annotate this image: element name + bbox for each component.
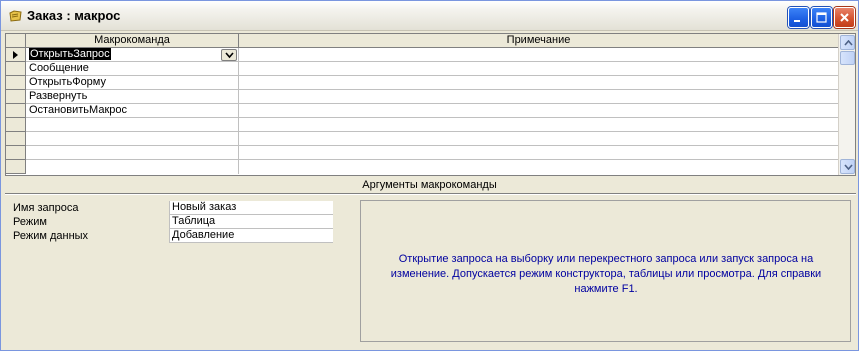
maximize-button[interactable] [811, 7, 832, 28]
table-row[interactable]: ОткрытьФорму [6, 76, 838, 90]
action-text: ОткрытьЗапрос [29, 48, 111, 60]
grid-header: Макрокоманда Примечание [6, 34, 838, 48]
help-text: Открытие запроса на выборку или перекрес… [390, 253, 822, 295]
arg-label-data-mode: Режим данных [13, 230, 89, 242]
close-button[interactable] [834, 7, 855, 28]
row-selector[interactable] [6, 76, 26, 90]
note-cell[interactable] [239, 146, 838, 160]
row-selector[interactable] [6, 62, 26, 76]
maximize-icon [816, 12, 827, 23]
note-cell[interactable] [239, 160, 838, 174]
row-selector[interactable] [6, 104, 26, 118]
arg-label-query-name: Имя запроса [13, 202, 79, 214]
action-cell[interactable]: ОткрытьЗапрос [26, 48, 239, 62]
table-row[interactable] [6, 146, 838, 160]
action-cell[interactable] [26, 146, 239, 160]
vertical-scrollbar[interactable] [838, 34, 855, 175]
action-cell[interactable]: Развернуть [26, 90, 239, 104]
title-bar[interactable]: Заказ : макрос [1, 1, 858, 31]
row-selector[interactable] [6, 132, 26, 146]
row-selector[interactable] [6, 118, 26, 132]
action-cell[interactable] [26, 118, 239, 132]
arg-value-query-name[interactable]: Новый заказ [169, 201, 333, 215]
current-row-arrow-icon [13, 51, 18, 59]
arg-value-data-mode[interactable]: Добавление [169, 229, 333, 243]
scroll-up-button[interactable] [840, 35, 855, 50]
action-cell[interactable]: ОстановитьМакрос [26, 104, 239, 118]
note-cell[interactable] [239, 76, 838, 90]
arguments-title: Аргументы макрокоманды [362, 179, 497, 191]
minimize-icon [794, 20, 800, 22]
scroll-thumb[interactable] [840, 51, 855, 65]
table-row[interactable] [6, 132, 838, 146]
table-row[interactable]: ОстановитьМакрос [6, 104, 838, 118]
action-cell[interactable] [26, 132, 239, 146]
divider [5, 194, 856, 195]
row-selector[interactable] [6, 146, 26, 160]
table-row[interactable] [6, 160, 838, 174]
macro-icon [9, 10, 22, 22]
chevron-up-icon [844, 40, 853, 46]
close-icon [840, 13, 849, 22]
window-title: Заказ : макрос [27, 8, 121, 23]
header-corner[interactable] [6, 34, 26, 47]
arg-label-view: Режим [13, 216, 47, 228]
chevron-down-icon [844, 164, 853, 170]
chevron-down-icon [225, 52, 234, 59]
table-row[interactable]: Развернуть [6, 90, 838, 104]
table-row[interactable] [6, 118, 838, 132]
note-cell[interactable] [239, 132, 838, 146]
action-cell[interactable]: ОткрытьФорму [26, 76, 239, 90]
row-selector[interactable] [6, 48, 26, 62]
table-row[interactable]: Сообщение [6, 62, 838, 76]
column-header-action[interactable]: Макрокоманда [26, 34, 239, 47]
minimize-button[interactable] [788, 7, 809, 28]
macro-window: Заказ : макрос Макрокоманда Примечание О… [0, 0, 859, 351]
column-header-note[interactable]: Примечание [239, 34, 838, 47]
help-panel: Открытие запроса на выборку или перекрес… [360, 200, 851, 342]
scroll-down-button[interactable] [840, 159, 855, 174]
action-cell[interactable]: Сообщение [26, 62, 239, 76]
note-cell[interactable] [239, 48, 838, 62]
macro-grid: Макрокоманда Примечание ОткрытьЗапрос Со… [5, 33, 856, 176]
table-row[interactable]: ОткрытьЗапрос [6, 48, 838, 62]
note-cell[interactable] [239, 62, 838, 76]
row-selector[interactable] [6, 160, 26, 174]
note-cell[interactable] [239, 90, 838, 104]
row-selector[interactable] [6, 90, 26, 104]
arg-value-view[interactable]: Таблица [169, 215, 333, 229]
action-cell[interactable] [26, 160, 239, 174]
note-cell[interactable] [239, 118, 838, 132]
note-cell[interactable] [239, 104, 838, 118]
action-dropdown-button[interactable] [221, 49, 237, 61]
